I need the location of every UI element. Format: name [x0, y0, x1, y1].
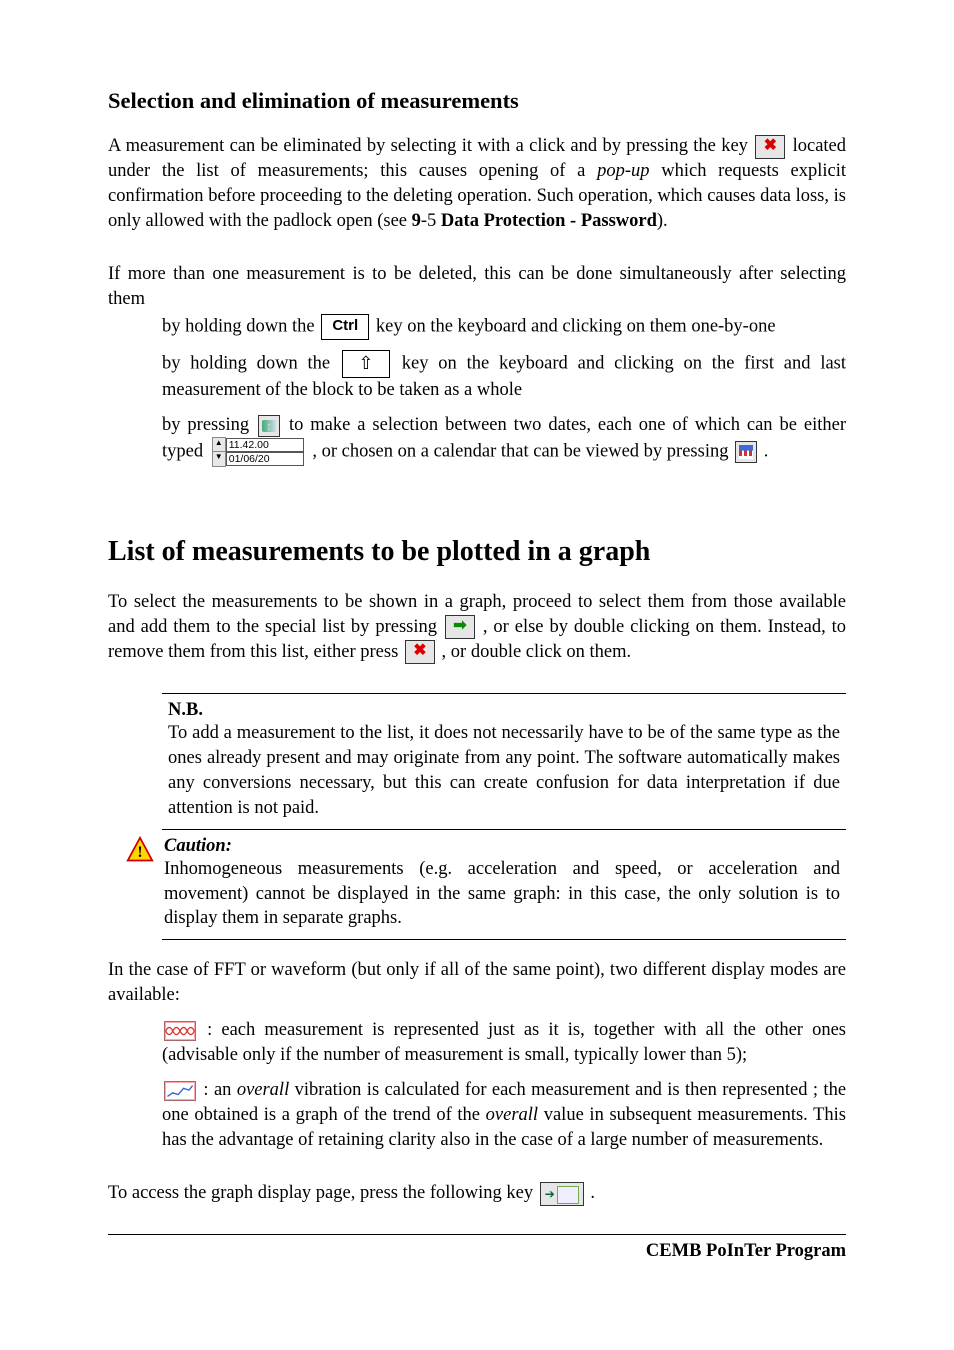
caution-body: Inhomogeneous measurements (e.g. acceler… — [164, 857, 840, 932]
list-item: : an overall vibration is calculated for… — [162, 1078, 846, 1153]
list-item: by pressing to make a selection between … — [162, 413, 846, 466]
section-heading-1: Selection and elimination of measurement… — [108, 88, 846, 114]
add-icon[interactable] — [445, 615, 475, 639]
waveform-icon[interactable] — [164, 1021, 196, 1041]
time-value[interactable]: 11.42.00 — [226, 438, 304, 452]
ref-title: Data Protection - Password — [441, 211, 657, 231]
date-range-icon[interactable] — [258, 415, 280, 437]
text: . — [590, 1183, 595, 1203]
spin-down-icon[interactable]: ▼ — [212, 451, 226, 467]
text: : each measurement is represented just a… — [162, 1020, 846, 1065]
list-item: by holding down the Ctrl key on the keyb… — [162, 314, 846, 340]
list-item: by holding down the ⇧ key on the keyboar… — [162, 350, 846, 403]
text: , or double click on them. — [442, 642, 632, 662]
svg-text:!: ! — [137, 844, 142, 861]
text-italic: pop-up — [597, 161, 649, 181]
calendar-icon[interactable] — [735, 441, 757, 463]
date-value[interactable]: 01/06/20 — [226, 452, 304, 466]
text: -5 — [421, 211, 436, 231]
body-text: To access the graph display page, press … — [108, 1181, 846, 1206]
caution-title: Caution: — [164, 836, 840, 857]
body-text: In the case of FFT or waveform (but only… — [108, 958, 846, 1008]
body-text: A measurement can be eliminated by selec… — [108, 134, 846, 234]
body-text: If more than one measurement is to be de… — [108, 262, 846, 312]
remove-icon[interactable] — [405, 640, 435, 664]
text: To access the graph display page, press … — [108, 1183, 533, 1203]
note-body: To add a measurement to the list, it doe… — [168, 721, 840, 821]
ctrl-key-icon: Ctrl — [321, 314, 369, 340]
text: , or chosen on a calendar that can be vi… — [312, 441, 728, 461]
text: A measurement can be eliminated by selec… — [108, 136, 748, 156]
text: : an — [203, 1080, 231, 1100]
body-text: To select the measurements to be shown i… — [108, 590, 846, 665]
text: by pressing — [162, 415, 249, 435]
text-italic: overall — [486, 1105, 538, 1125]
ref-number: 9 — [412, 211, 421, 231]
trend-icon[interactable] — [164, 1081, 196, 1101]
section-heading-2: List of measurements to be plotted in a … — [108, 536, 846, 568]
text: . — [764, 441, 769, 461]
note-box: N.B. To add a measurement to the list, i… — [162, 693, 846, 830]
datetime-input[interactable]: ▲11.42.00 ▼01/06/20 — [212, 438, 304, 466]
delete-icon[interactable] — [755, 135, 785, 159]
text: by holding down the — [162, 316, 315, 336]
text: ). — [657, 211, 668, 231]
list-item: : each measurement is represented just a… — [162, 1018, 846, 1068]
text-italic: overall — [237, 1080, 289, 1100]
graph-display-icon[interactable] — [540, 1182, 584, 1206]
text: by holding down the — [162, 353, 330, 373]
note-title: N.B. — [168, 700, 840, 721]
shift-key-icon: ⇧ — [342, 350, 390, 378]
page-footer: CEMB PoInTer Program — [108, 1234, 846, 1262]
warning-icon: ! — [126, 836, 154, 864]
text: key on the keyboard and clicking on them… — [376, 316, 776, 336]
caution-box: ! Caution: Inhomogeneous measurements (e… — [162, 830, 846, 941]
